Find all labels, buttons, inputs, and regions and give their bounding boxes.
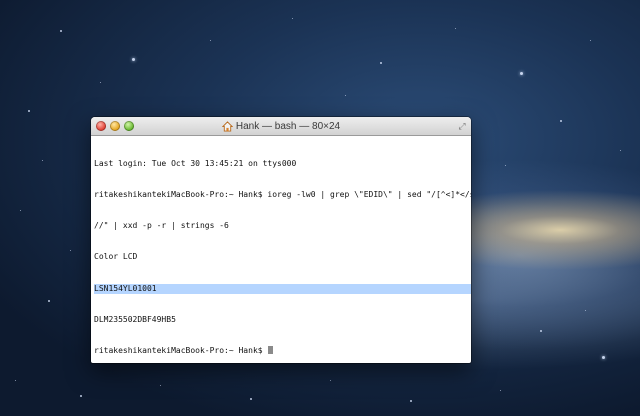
window-title: Hank — bash — 80×24 (91, 117, 471, 135)
star (330, 380, 331, 381)
star (380, 62, 382, 64)
star (210, 40, 211, 41)
star (48, 300, 50, 302)
terminal-line: DLM235502DBF49HB5 (94, 314, 176, 324)
terminal-prompt-line[interactable]: ritakeshikantekiMacBook-Pro:~ Hank$ (94, 346, 468, 356)
terminal-cursor (268, 346, 274, 355)
star (540, 330, 542, 332)
star (70, 250, 71, 251)
star (410, 400, 412, 402)
star (505, 165, 506, 166)
star (250, 398, 252, 400)
terminal-line: //" | xxd -p -r | strings -6 (94, 221, 229, 231)
window-controls (91, 121, 134, 131)
home-folder-icon (221, 120, 233, 132)
terminal-window[interactable]: Hank — bash — 80×24 ⤢ Last login: Tue Oc… (91, 117, 471, 363)
fullscreen-icon[interactable]: ⤢ (457, 121, 467, 131)
star (620, 150, 621, 151)
star (100, 82, 101, 83)
star (345, 95, 346, 96)
star (132, 58, 135, 61)
star (602, 356, 605, 359)
star (292, 18, 293, 19)
star (455, 28, 456, 29)
terminal-line: Color LCD (94, 252, 138, 262)
star (560, 120, 562, 122)
terminal-output[interactable]: Last login: Tue Oct 30 13:45:21 on ttys0… (91, 136, 471, 363)
minimize-button[interactable] (110, 121, 120, 131)
star (80, 395, 82, 397)
terminal-line: Last login: Tue Oct 30 13:45:21 on ttys0… (94, 158, 297, 168)
star (500, 390, 501, 391)
window-titlebar[interactable]: Hank — bash — 80×24 ⤢ (91, 117, 471, 136)
close-button[interactable] (96, 121, 106, 131)
window-title-text: Hank — bash — 80×24 (235, 120, 341, 132)
zoom-button[interactable] (124, 121, 134, 131)
star (585, 310, 586, 311)
star (160, 385, 161, 386)
star (590, 40, 591, 41)
terminal-line-selected: LSN154YL01001 (94, 283, 471, 295)
terminal-prompt: ritakeshikantekiMacBook-Pro:~ Hank$ (94, 346, 268, 356)
star (42, 160, 43, 161)
desktop-wallpaper: Hank — bash — 80×24 ⤢ Last login: Tue Oc… (0, 0, 640, 416)
star (520, 72, 523, 75)
star (60, 30, 62, 32)
star (20, 210, 21, 211)
star (15, 380, 16, 381)
star (28, 110, 30, 112)
terminal-line: ritakeshikantekiMacBook-Pro:~ Hank$ iore… (94, 190, 471, 200)
